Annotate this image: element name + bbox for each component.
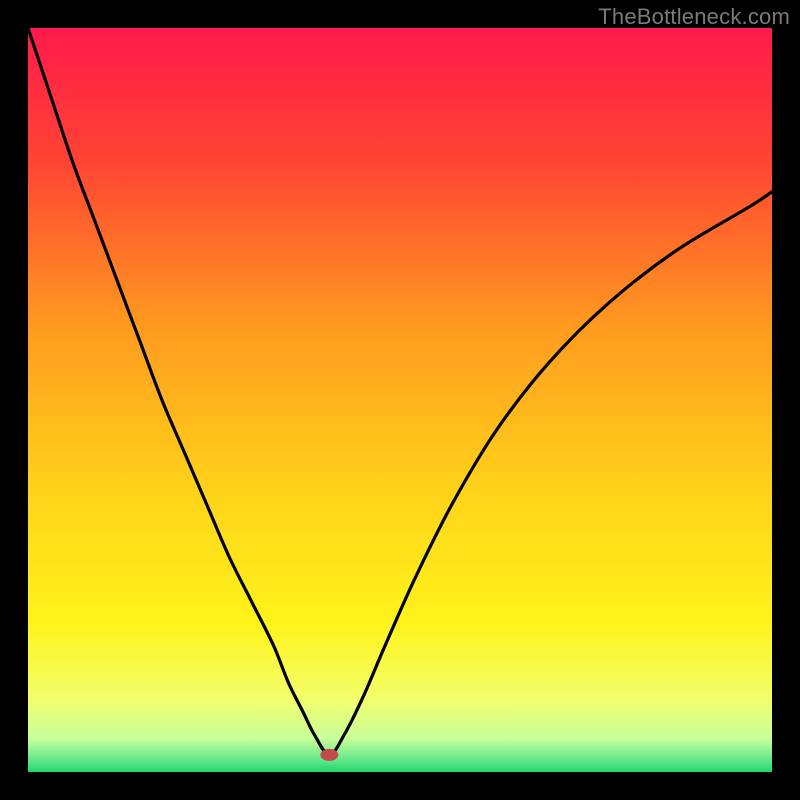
bottleneck-chart	[28, 28, 772, 772]
gradient-background	[28, 28, 772, 772]
optimum-marker	[320, 749, 338, 761]
chart-frame	[28, 28, 772, 772]
watermark-text: TheBottleneck.com	[598, 4, 790, 30]
